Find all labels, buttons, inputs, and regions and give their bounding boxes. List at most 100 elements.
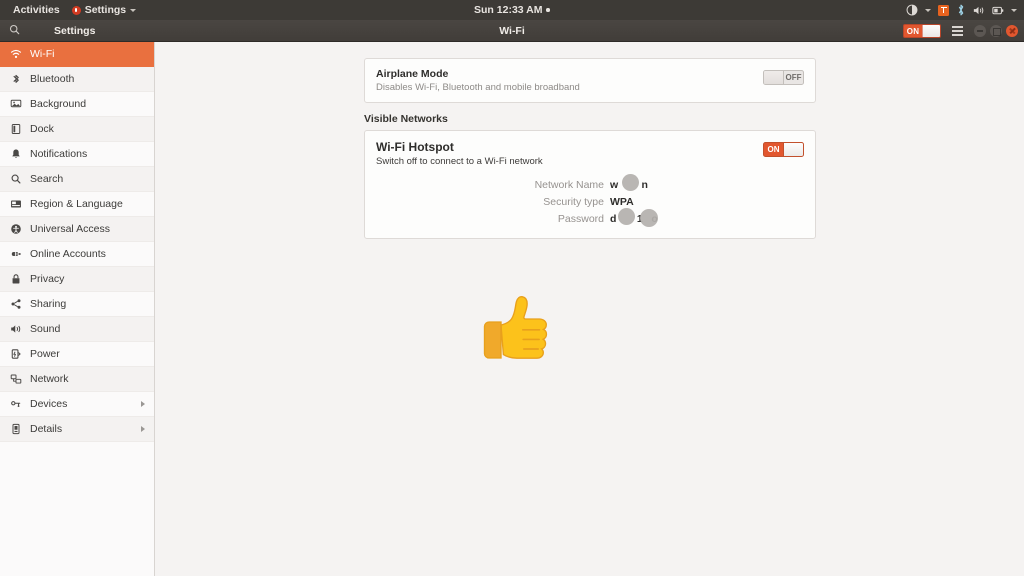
privacy-icon [9,273,22,285]
sidebar-item-dock[interactable]: Dock [0,117,154,142]
sidebar-item-sound[interactable]: Sound [0,317,154,342]
wifi-hotspot-subtitle: Switch off to connect to a Wi-Fi network [376,156,543,167]
airplane-mode-toggle-label: OFF [785,73,802,82]
sidebar-item-network[interactable]: Network [0,367,154,392]
hamburger-menu-icon[interactable] [950,24,965,38]
sidebar-item-label: Sharing [30,298,67,310]
hotspot-detail-value: d 1 o [610,208,658,228]
redaction-blob [618,208,635,225]
window-titlebar: Settings Wi-Fi ON [0,20,1024,42]
minimize-button[interactable] [974,25,986,37]
titlebar-right-section: ON [903,20,1018,42]
activities-button[interactable]: Activities [7,4,66,16]
background-icon [9,98,22,110]
wifi-hotspot-title: Wi-Fi Hotspot [376,140,454,154]
sidebar-item-devices[interactable]: Devices [0,392,154,417]
airplane-mode-subtitle: Disables Wi-Fi, Bluetooth and mobile bro… [376,82,580,93]
sidebar-item-region-language[interactable]: Region & Language [0,192,154,217]
sidebar-item-label: Universal Access [30,223,110,235]
chevron-down-icon [130,8,137,12]
wifi-master-toggle[interactable]: ON [903,24,941,38]
wifi-icon [9,48,22,60]
sidebar-item-label: Region & Language [30,198,123,210]
search-icon [9,173,22,185]
sidebar-panel-title: Settings [54,24,96,37]
sidebar-item-privacy[interactable]: Privacy [0,267,154,292]
airplane-mode-toggle-knob [764,71,784,84]
search-icon[interactable] [9,24,20,38]
settings-sidebar: Wi-Fi Bluetooth Background Dock Notification… [0,42,155,576]
volume-icon[interactable] [973,5,985,16]
hotspot-detail-row: Network Name w n [376,174,804,194]
bluetooth-icon [9,73,22,85]
universal-access-icon [9,223,22,235]
details-icon [9,423,22,435]
sidebar-item-label: Online Accounts [30,248,106,260]
software-updater-icon[interactable] [938,4,949,16]
sidebar-item-label: Privacy [30,273,65,285]
redaction-blob [640,209,658,227]
sidebar-item-online-accounts[interactable]: Online Accounts [0,242,154,267]
airplane-mode-title: Airplane Mode [376,68,449,80]
visible-networks-heading: Visible Networks [364,113,448,125]
sound-icon [9,323,22,335]
sidebar-item-universal-access[interactable]: Universal Access [0,217,154,242]
battery-icon[interactable] [992,5,1004,16]
close-button[interactable] [1006,25,1018,37]
clock-area: Sun 12:33 AM [0,4,1024,16]
sidebar-item-background[interactable]: Background [0,92,154,117]
bluetooth-icon[interactable] [956,4,966,16]
thumbs-up-emoji [468,280,564,376]
sidebar-item-bluetooth[interactable]: Bluetooth [0,67,154,92]
region-language-icon [9,198,22,210]
hotspot-detail-value: w n [610,174,648,194]
sidebar-item-power[interactable]: Power [0,342,154,367]
app-menu-button[interactable]: Settings [66,4,142,16]
chevron-down-icon[interactable] [1011,8,1017,12]
notification-dot-icon [546,8,550,12]
redaction-blob [622,174,639,191]
hotspot-detail-label: Security type [543,196,604,208]
sidebar-item-label: Bluetooth [30,73,75,85]
airplane-mode-panel: Airplane Mode Disables Wi-Fi, Bluetooth … [364,58,816,103]
sharing-icon [9,298,22,310]
accessibility-icon[interactable] [906,4,918,16]
hotspot-detail-label: Password [557,213,604,225]
sidebar-item-label: Wi-Fi [30,48,55,60]
airplane-mode-row: Airplane Mode Disables Wi-Fi, Bluetooth … [365,59,815,102]
system-tray [906,0,1017,20]
app-menu-label: Settings [84,4,127,16]
main-content: Airplane Mode Disables Wi-Fi, Bluetooth … [155,42,1024,576]
wifi-hotspot-details: Network Name w n Security type WPA Password d… [365,174,815,238]
wifi-hotspot-panel: Wi-Fi Hotspot Switch off to connect to a… [364,130,816,239]
sidebar-item-label: Network [30,373,69,385]
sidebar-item-wi-fi[interactable]: Wi-Fi [0,42,154,67]
maximize-button[interactable] [990,25,1002,37]
wifi-hotspot-toggle-knob [783,143,803,156]
power-icon [9,348,22,360]
sidebar-item-label: Dock [30,123,54,135]
wifi-hotspot-toggle[interactable]: ON [763,142,804,157]
sidebar-item-details[interactable]: Details [0,417,154,442]
chevron-down-icon[interactable] [925,8,931,12]
window-controls [974,25,1018,37]
sidebar-item-label: Background [30,98,87,110]
hotspot-detail-row: Security type WPA [376,194,804,211]
sidebar-item-search[interactable]: Search [0,167,154,192]
sidebar-item-label: Details [30,423,63,435]
wifi-hotspot-row: Wi-Fi Hotspot Switch off to connect to a… [365,131,815,176]
sidebar-item-label: Search [30,173,64,185]
sidebar-item-label: Devices [30,398,68,410]
system-top-bar: Activities Settings Sun 12:33 AM [0,0,1024,20]
notifications-icon [9,148,22,160]
chevron-right-icon [141,426,145,432]
wifi-hotspot-toggle-label: ON [767,145,780,154]
sidebar-item-notifications[interactable]: Notifications [0,142,154,167]
clock-label[interactable]: Sun 12:33 AM [474,4,542,16]
sidebar-item-label: Power [30,348,60,360]
airplane-mode-toggle[interactable]: OFF [763,70,804,85]
sidebar-item-sharing[interactable]: Sharing [0,292,154,317]
hotspot-detail-label: Network Name [534,179,604,191]
wifi-master-toggle-label: ON [906,26,920,36]
chevron-right-icon [141,401,145,407]
